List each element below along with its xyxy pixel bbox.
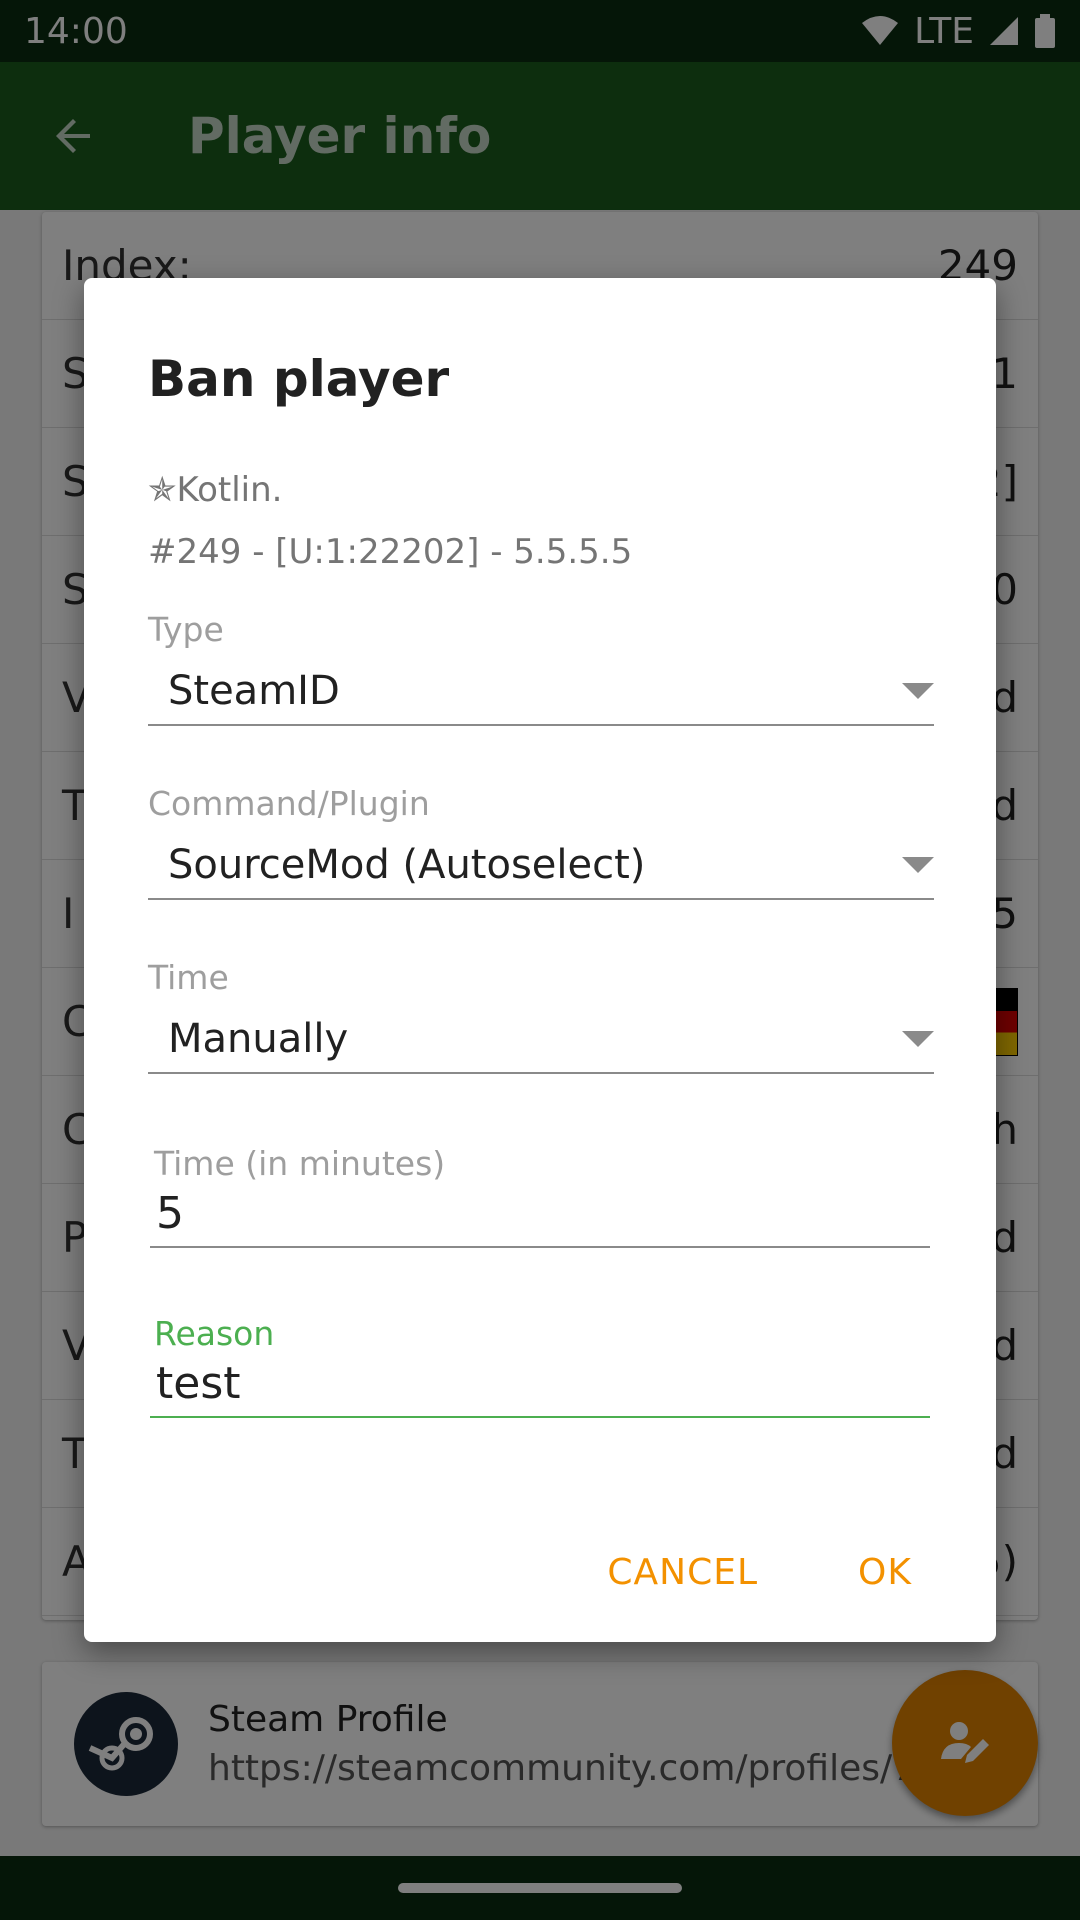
command-label: Command/Plugin <box>148 784 430 823</box>
command-dropdown[interactable]: SourceMod (Autoselect) <box>148 832 934 900</box>
ban-player-dialog: Ban player ✯Kotlin. #249 - [U:1:22202] -… <box>84 278 996 1642</box>
dialog-title: Ban player <box>148 350 450 408</box>
player-details: #249 - [U:1:22202] - 5.5.5.5 <box>148 532 633 572</box>
player-name: ✯Kotlin. <box>148 470 283 510</box>
cancel-button[interactable]: CANCEL <box>587 1536 778 1609</box>
dropdown-arrow-icon <box>902 857 934 873</box>
command-value: SourceMod (Autoselect) <box>168 842 646 888</box>
type-value: SteamID <box>168 668 340 714</box>
dropdown-arrow-icon <box>902 683 934 699</box>
time-label: Time <box>148 958 229 997</box>
minutes-label: Time (in minutes) <box>154 1144 446 1183</box>
type-label: Type <box>148 610 224 649</box>
time-dropdown[interactable]: Manually <box>148 1006 934 1074</box>
time-value: Manually <box>168 1016 349 1062</box>
type-dropdown[interactable]: SteamID <box>148 658 934 726</box>
reason-label: Reason <box>154 1314 275 1353</box>
ok-button[interactable]: OK <box>838 1536 932 1609</box>
minutes-input[interactable] <box>150 1184 930 1248</box>
reason-input[interactable] <box>150 1354 930 1418</box>
dropdown-arrow-icon <box>902 1031 934 1047</box>
dialog-actions: CANCEL OK <box>587 1536 932 1609</box>
